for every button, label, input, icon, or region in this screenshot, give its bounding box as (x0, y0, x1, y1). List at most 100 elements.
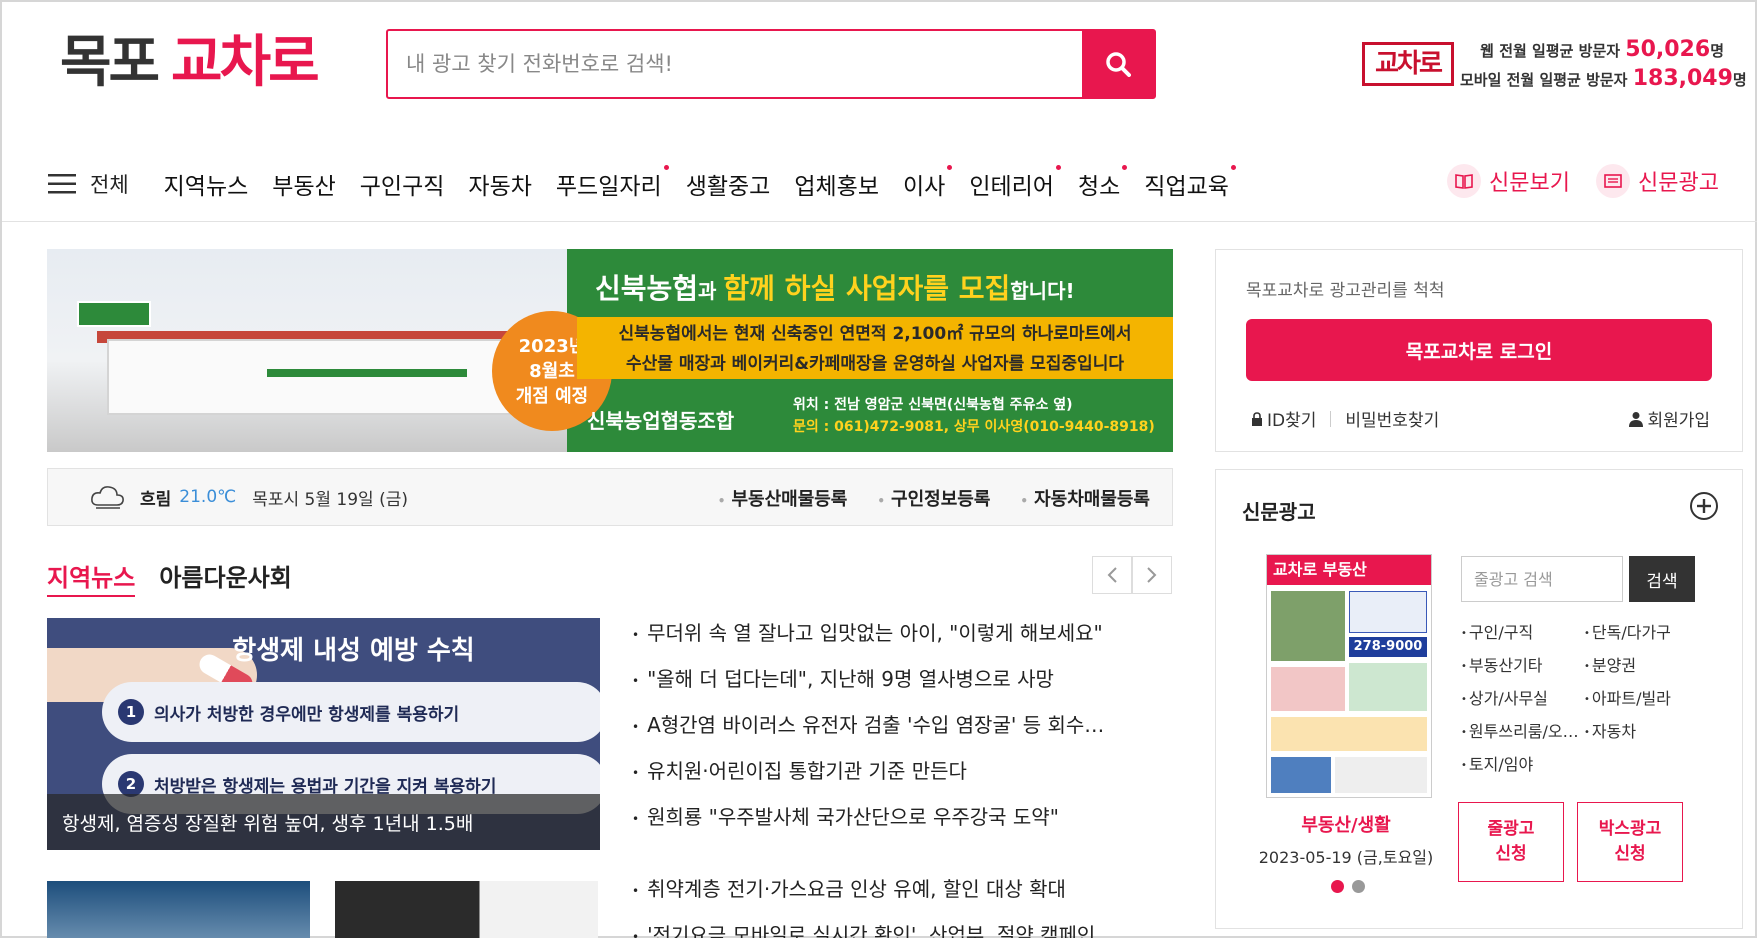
link-separator (1330, 410, 1332, 427)
headline-item[interactable]: 무더위 속 열 잘나고 입맛없는 아이, "이렇게 해보세요" (632, 616, 1172, 662)
user-icon (1629, 411, 1644, 427)
plus-icon[interactable] (1688, 490, 1720, 522)
paper-ad-block (1271, 717, 1427, 751)
nav-divider (2, 221, 1757, 222)
nav-item-interior[interactable]: 인테리어 (969, 165, 1061, 201)
news-thumbnail[interactable] (335, 881, 598, 938)
banner-description: 신북농협에서는 현재 신축중인 연면적 2,100㎡ 규모의 하나로마트에서 수… (577, 317, 1173, 379)
category-link[interactable]: 토지/임야 (1461, 752, 1584, 777)
headline-list-2: 취약계층 전기·가스요금 인상 유예, 할인 대상 확대 '전기요금 모바일로 … (632, 872, 1172, 938)
paper-ad-block (1271, 667, 1345, 711)
promo-banner[interactable]: 2023년 8월초 개점 예정 신북농협과 함께 하실 사업자를 모집합니다! … (47, 249, 1173, 452)
newspaper-cover[interactable]: 교차로 부동산 278-9000 (1266, 554, 1432, 798)
nav-item-moving[interactable]: 이사 (903, 165, 953, 201)
banner-head-mid: 과 (698, 279, 724, 303)
ad-category-list: 구인/구직 단독/다가구 부동산기타 분양권 상가/사무실 아파트/빌라 원투쓰… (1461, 620, 1711, 777)
news-pager (1092, 556, 1172, 594)
nav-item-cleaning[interactable]: 청소 (1078, 165, 1128, 201)
chevron-right-icon (1147, 567, 1157, 583)
carousel-dot[interactable] (1352, 880, 1365, 893)
nav-right-links: 신문보기 신문광고 (1447, 164, 1745, 198)
find-password-link[interactable]: 비밀번호찾기 (1345, 406, 1439, 431)
job-register-link[interactable]: 구인정보등록 (877, 485, 990, 511)
find-id-link[interactable]: ID찾기 (1267, 406, 1316, 431)
category-link[interactable]: 상가/사무실 (1461, 686, 1584, 711)
headline-item[interactable]: 취약계층 전기·가스요금 인상 유예, 할인 대상 확대 (632, 872, 1172, 918)
nav-item-used-goods[interactable]: 생활중고 (686, 167, 771, 201)
box-ad-apply-button[interactable]: 박스광고 신청 (1577, 802, 1683, 882)
prev-button[interactable] (1092, 556, 1132, 594)
paper-section-label[interactable]: 부동산/생활 (1236, 811, 1456, 837)
nav-item-jobs[interactable]: 구인구직 (360, 167, 445, 201)
news-thumbnail[interactable] (47, 881, 310, 938)
newspaper-view-label: 신문보기 (1489, 171, 1570, 196)
newspaper-ad-label: 신문광고 (1637, 171, 1719, 196)
web-visit-label: 웹 전월 일평균 방문자 (1480, 42, 1621, 60)
banner-head-end: 합니다! (1010, 279, 1075, 303)
tab-local-news[interactable]: 지역뉴스 (47, 558, 136, 597)
tab-beautiful-society[interactable]: 아름다운사회 (159, 558, 291, 593)
menu-all-label: 전체 (90, 173, 129, 197)
paper-ad-block (1349, 591, 1427, 633)
chevron-left-icon (1107, 567, 1117, 583)
nav-item-food-jobs[interactable]: 푸드일자리 (556, 165, 669, 201)
banner-store-illustration (47, 249, 567, 452)
search-icon (1106, 52, 1131, 77)
category-link[interactable]: 구인/구직 (1461, 620, 1584, 645)
paper-ad-block (1349, 663, 1427, 711)
site-logo[interactable]: 목포 교차로 (60, 28, 320, 98)
featured-news[interactable]: 항생제 내성 예방 수칙 1 의사가 처방한 경우에만 항생제를 복용하기 2 처방… (47, 618, 600, 850)
category-link[interactable]: 분양권 (1584, 653, 1707, 678)
tip-1: 1 의사가 처방한 경우에만 항생제를 복용하기 (102, 682, 600, 742)
banner-headline: 신북농협과 함께 하실 사업자를 모집합니다! (595, 267, 1075, 307)
headline-item[interactable]: A형간염 바이러스 유전자 검출 '수입 염장굴' 등 회수… (632, 708, 1172, 754)
nav-item-local-news[interactable]: 지역뉴스 (164, 167, 249, 201)
headline-item[interactable]: "올해 더 덥다는데", 지난해 9명 열사병으로 사망 (632, 662, 1172, 708)
newspaper-ad-panel: 신문광고 교차로 부동산 278-9000 부동산/생활 2023-05-19 … (1215, 469, 1743, 929)
banner-store-sign (77, 301, 151, 327)
logo-part2: 교차로 (171, 30, 320, 95)
login-button[interactable]: 목포교차로 로그인 (1246, 319, 1712, 381)
line-ad-search-button[interactable]: 검색 (1629, 556, 1695, 602)
login-description: 목포교차로 광고관리를 척척 (1246, 281, 1445, 301)
hamburger-icon (48, 174, 76, 194)
banner-contact-info: 위치 : 전남 영암군 신북면(신북농협 주유소 옆) 문의 : 061)472… (793, 394, 1155, 438)
category-link[interactable]: 원투쓰리룸/오피스텔 (1461, 719, 1584, 744)
news-tabs: 지역뉴스 아름다운사회 (47, 558, 316, 597)
web-visit-unit: 명 (1710, 42, 1724, 60)
quick-register-links: 부동산매물등록 구인정보등록 자동차매물등록 (688, 469, 1150, 527)
carousel-dot-active[interactable] (1331, 880, 1344, 893)
paper-ad-block (1271, 757, 1331, 793)
car-register-link[interactable]: 자동차매물등록 (1020, 485, 1150, 511)
paper-header: 교차로 부동산 (1267, 555, 1431, 585)
paper-photo (1271, 591, 1345, 661)
login-help-links: ID찾기 비밀번호찾기 (1251, 406, 1439, 431)
headline-item[interactable]: '전기요금 모바일로 실시간 확인', 산업부, 절약 캠페인 (632, 918, 1172, 938)
weather-date: 목포시 5월 19일 (금) (252, 489, 408, 510)
category-link[interactable]: 부동산기타 (1461, 653, 1584, 678)
tip-number-1: 1 (118, 699, 144, 725)
line-ad-apply-button[interactable]: 줄광고 신청 (1458, 802, 1564, 882)
nav-item-cars[interactable]: 자동차 (468, 167, 531, 201)
menu-all-button[interactable]: 전체 (48, 169, 129, 199)
search-input[interactable] (388, 31, 1083, 97)
real-estate-register-link[interactable]: 부동산매물등록 (718, 485, 847, 511)
line-ad-search-input[interactable] (1461, 556, 1623, 602)
nav-item-job-training[interactable]: 직업교육 (1144, 165, 1236, 201)
weather-bar: 흐림 21.0℃ 목포시 5월 19일 (금) 부동산매물등록 구인정보등록 자… (47, 468, 1173, 526)
next-button[interactable] (1132, 556, 1172, 594)
nav-item-real-estate[interactable]: 부동산 (272, 167, 335, 201)
headline-item[interactable]: 유치원·어린이집 통합기관 기준 만든다 (632, 754, 1172, 800)
newspaper-ad-link[interactable]: 신문광고 (1595, 164, 1719, 198)
cloud-icon (91, 486, 124, 509)
newspaper-view-link[interactable]: 신문보기 (1447, 164, 1570, 198)
category-link[interactable]: 단독/다가구 (1584, 620, 1707, 645)
headline-item[interactable]: 원희룡 "우주발사체 국가산단으로 우주강국 도약" (632, 800, 1172, 846)
category-link[interactable]: 아파트/빌라 (1584, 686, 1707, 711)
weather-condition: 흐림 (140, 489, 172, 510)
search-button[interactable] (1082, 31, 1154, 97)
paper-date: 2023-05-19 (금,토요일) (1258, 848, 1434, 867)
category-link[interactable]: 자동차 (1584, 719, 1707, 744)
join-link[interactable]: 회원가입 (1629, 406, 1710, 431)
nav-item-business-promo[interactable]: 업체홍보 (794, 167, 879, 201)
